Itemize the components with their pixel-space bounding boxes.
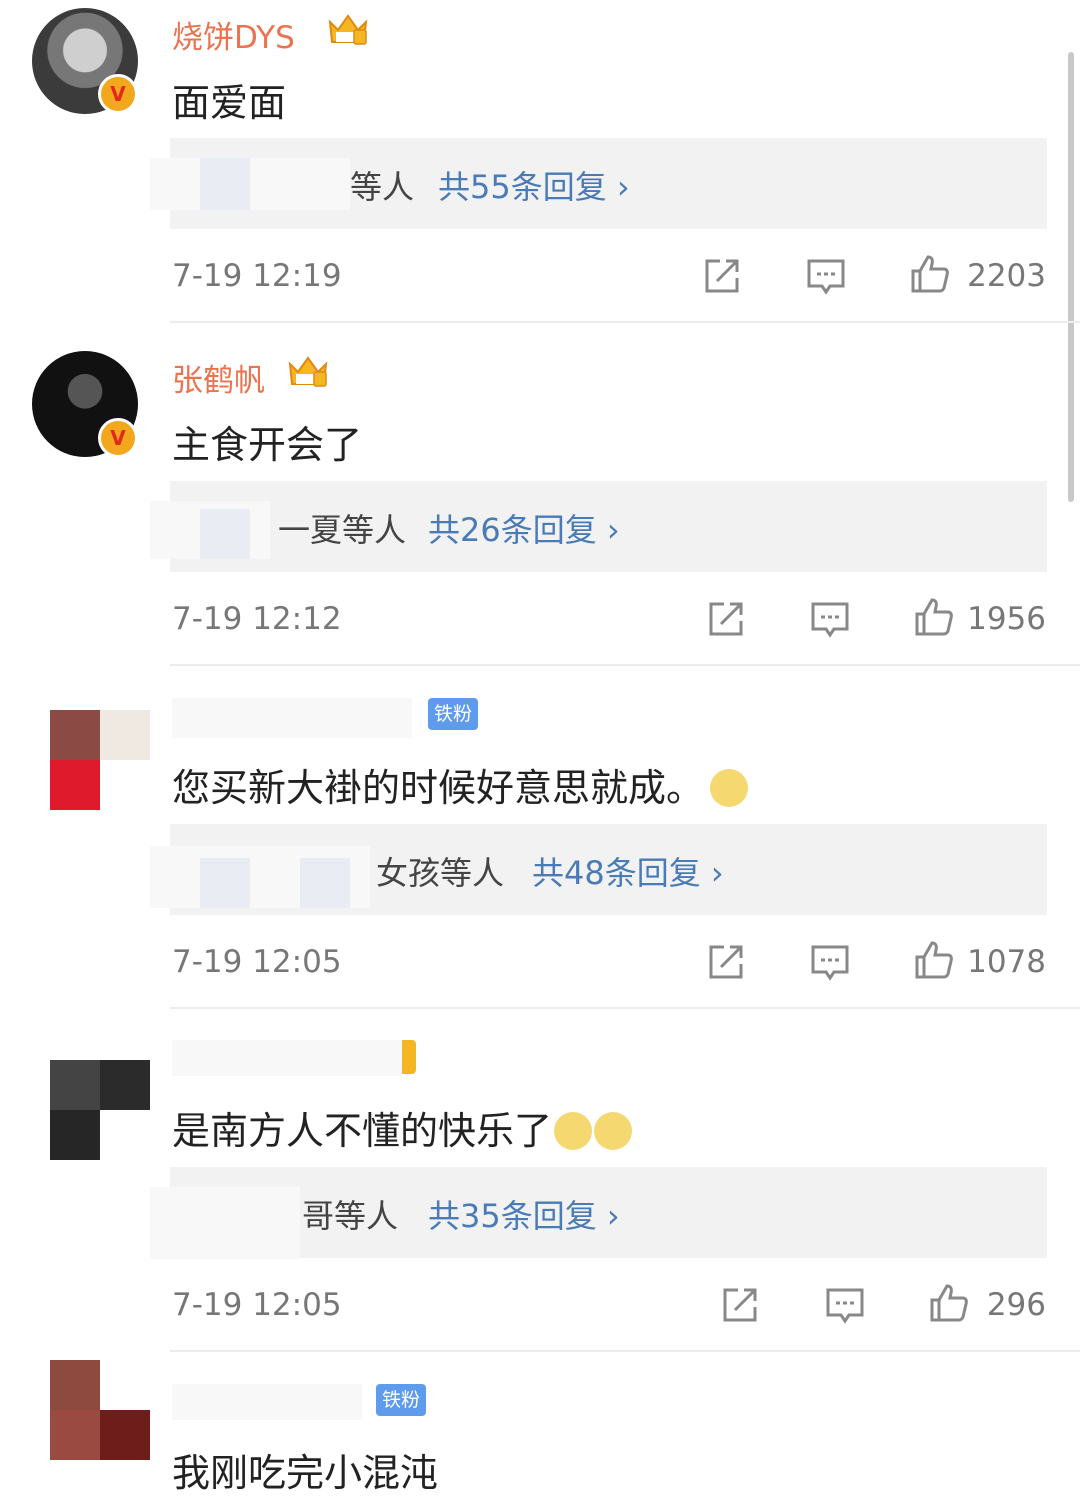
divider xyxy=(170,1350,1080,1352)
timestamp: 7-19 12:12 xyxy=(172,601,342,637)
emoji-icon xyxy=(554,1112,593,1150)
comment-icon[interactable] xyxy=(810,599,850,639)
reply-users: 一夏等人 xyxy=(278,511,407,549)
username[interactable]: 张鹤帆 xyxy=(172,355,265,400)
reply-users: 哥等人 xyxy=(302,1197,399,1235)
crown-icon xyxy=(328,14,368,45)
reply-count-link[interactable]: 共35条回复 › xyxy=(428,1191,620,1237)
reply-summary[interactable]: 一夏等人 共26条回复 › xyxy=(150,481,1047,572)
avatar[interactable] xyxy=(50,710,150,810)
reply-summary[interactable]: 女孩等人 共48条回复 › xyxy=(150,824,1047,915)
share-icon[interactable] xyxy=(706,599,746,639)
share-icon[interactable] xyxy=(720,1285,760,1325)
reply-users: 女孩等人 xyxy=(376,854,505,892)
comment-text: 主食开会了 xyxy=(172,423,363,467)
divider xyxy=(170,321,1080,323)
like-count: 2203 xyxy=(967,258,1046,294)
avatar[interactable] xyxy=(50,1360,150,1460)
avatar[interactable] xyxy=(50,1060,150,1160)
verified-icon: V xyxy=(98,74,138,114)
crown-icon xyxy=(288,356,328,387)
comment-text: 面爱面 xyxy=(172,81,287,125)
divider xyxy=(170,1007,1080,1009)
like-icon[interactable] xyxy=(910,254,950,294)
reply-count-link[interactable]: 共48条回复 › xyxy=(532,848,724,894)
like-count: 1078 xyxy=(967,944,1046,980)
like-icon[interactable] xyxy=(914,597,954,637)
fan-badge: 铁粉 xyxy=(428,698,479,730)
comment-text: 我刚吃完小混沌 xyxy=(172,1451,439,1495)
reply-count-link[interactable]: 共26条回复 › xyxy=(428,505,620,551)
like-icon[interactable] xyxy=(929,1283,969,1323)
like-count: 296 xyxy=(986,1287,1046,1323)
comment-text: 是南方人不懂的快乐了 xyxy=(172,1100,633,1155)
reply-summary[interactable]: 哥等人 共35条回复 › xyxy=(150,1167,1047,1259)
scrollbar[interactable] xyxy=(1068,52,1074,502)
share-icon[interactable] xyxy=(702,256,742,296)
timestamp: 7-19 12:05 xyxy=(172,944,342,980)
divider xyxy=(170,664,1080,666)
badge-icon xyxy=(402,1040,416,1074)
share-icon[interactable] xyxy=(706,942,746,982)
emoji-icon xyxy=(710,769,749,807)
timestamp: 7-19 12:19 xyxy=(172,258,342,294)
verified-icon: V xyxy=(98,418,138,458)
comment-icon[interactable] xyxy=(825,1285,865,1325)
like-count: 1956 xyxy=(967,601,1046,637)
username[interactable]: 烧饼DYS xyxy=(172,12,295,57)
comment-icon[interactable] xyxy=(806,256,846,296)
fan-badge: 铁粉 xyxy=(376,1384,427,1416)
like-icon[interactable] xyxy=(914,940,954,980)
comment-icon[interactable] xyxy=(810,942,850,982)
reply-summary[interactable]: 等人 共55条回复 › xyxy=(150,138,1047,229)
reply-count-link[interactable]: 共55条回复 › xyxy=(438,162,630,208)
emoji-icon xyxy=(594,1112,633,1150)
comment-text: 您买新大褂的时候好意思就成。 xyxy=(172,757,749,812)
timestamp: 7-19 12:05 xyxy=(172,1287,342,1323)
reply-users: 等人 xyxy=(350,168,415,206)
